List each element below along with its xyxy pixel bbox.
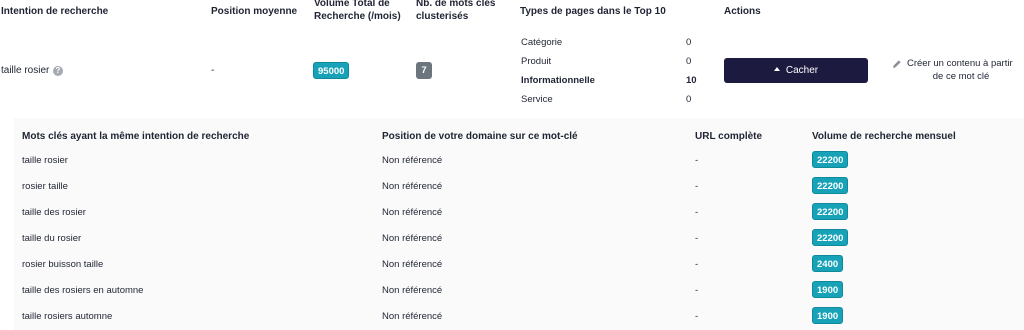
page-type-label-category: Catégorie — [521, 37, 563, 48]
row-keyword: taille rosier — [22, 155, 68, 166]
page-type-value-product: 0 — [686, 56, 692, 67]
row-position: Non référencé — [382, 207, 443, 218]
row-position: Non référencé — [382, 233, 443, 244]
header-position: Position moyenne — [211, 6, 298, 17]
header-count-line2: clusterisés — [416, 11, 469, 22]
row-keyword: rosier taille — [22, 181, 68, 192]
row-keyword: rosier buisson taille — [22, 259, 104, 270]
page-type-value-informational: 10 — [686, 75, 697, 86]
row-url: - — [695, 181, 699, 192]
create-content-link[interactable]: Créer un contenu à partir de ce mot clé — [892, 57, 1022, 83]
row-volume-badge: 22200 — [812, 151, 849, 168]
row-volume-badge: 22200 — [812, 229, 849, 246]
sub-header-keyword: Mots clés ayant la même intention de rec… — [22, 131, 250, 142]
row-keyword: taille rosiers automne — [22, 311, 113, 322]
volume-badge: 95000 — [313, 62, 350, 79]
create-content-line2: de ce mot clé — [932, 71, 990, 82]
create-content-line1: Créer un contenu à partir — [907, 58, 1013, 69]
page-type-label-informational: Informationnelle — [521, 75, 595, 86]
header-count-line1: Nb. de mots clés — [416, 0, 496, 9]
sub-header-volume: Volume de recherche mensuel — [812, 131, 956, 142]
question-circle-icon[interactable]: ? — [53, 66, 63, 76]
header-page-types: Types de pages dans le Top 10 — [520, 6, 666, 17]
row-url: - — [695, 233, 699, 244]
row-keyword: taille du rosier — [22, 233, 82, 244]
row-url: - — [695, 207, 699, 218]
header-volume: Volume Total de Recherche (/mois) — [314, 0, 401, 23]
hide-button-label: Cacher — [785, 65, 819, 76]
position-value: - — [211, 65, 215, 76]
keyword-count-badge: 7 — [416, 62, 432, 79]
row-volume-badge: 22200 — [812, 177, 849, 194]
intention-label: taille rosier — [1, 65, 50, 76]
row-url: - — [695, 285, 699, 296]
row-keyword: taille des rosier — [22, 207, 86, 218]
header-actions: Actions — [724, 6, 761, 17]
header-intention: Intention de recherche — [1, 6, 109, 17]
header-volume-line2: Recherche (/mois) — [314, 11, 401, 22]
row-url: - — [695, 259, 699, 270]
sub-table — [14, 118, 1024, 330]
page-type-label-service: Service — [521, 94, 553, 105]
header-volume-line1: Volume Total de — [314, 0, 390, 9]
row-volume-badge: 1900 — [812, 307, 844, 324]
header-keyword-count: Nb. de mots clés clusterisés — [416, 0, 495, 23]
page-type-value-service: 0 — [686, 94, 692, 105]
caret-up-icon — [773, 67, 780, 72]
page-type-label-product: Produit — [521, 56, 552, 67]
row-position: Non référencé — [382, 181, 443, 192]
row-keyword: taille des rosiers en automne — [22, 285, 144, 296]
row-position: Non référencé — [382, 311, 443, 322]
row-position: Non référencé — [382, 155, 443, 166]
sub-header-url: URL complète — [695, 131, 763, 142]
sub-header-position: Position de votre domaine sur ce mot-clé — [382, 131, 578, 142]
row-position: Non référencé — [382, 285, 443, 296]
row-volume-badge: 1900 — [812, 281, 844, 298]
page-type-value-category: 0 — [686, 37, 692, 48]
row-position: Non référencé — [382, 259, 443, 270]
row-volume-badge: 22200 — [812, 203, 849, 220]
hide-button[interactable]: Cacher — [724, 58, 868, 83]
row-url: - — [695, 311, 699, 322]
row-volume-badge: 2400 — [812, 255, 844, 272]
row-url: - — [695, 155, 699, 166]
